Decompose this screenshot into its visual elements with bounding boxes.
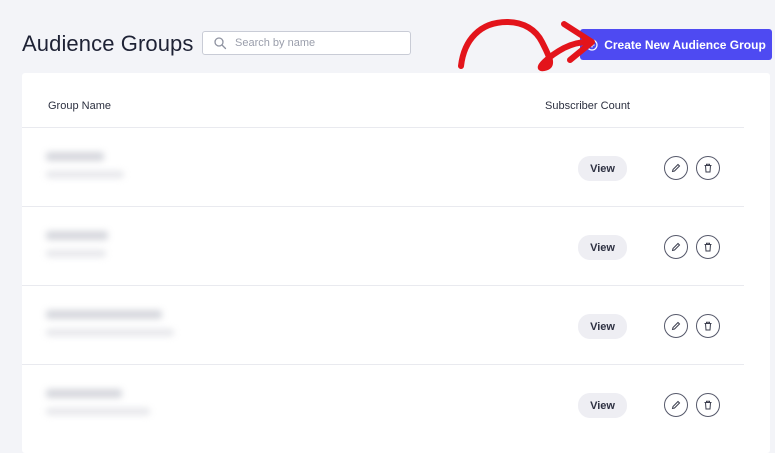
plus-circle-icon xyxy=(586,38,598,51)
delete-button[interactable] xyxy=(696,235,720,259)
blurred-group-detail xyxy=(46,408,150,415)
edit-button[interactable] xyxy=(664,314,688,338)
blurred-group-name xyxy=(46,152,104,161)
trash-icon xyxy=(704,163,712,173)
pencil-icon xyxy=(671,400,681,410)
blurred-group-detail xyxy=(46,250,106,257)
edit-button[interactable] xyxy=(664,393,688,417)
blurred-group-name xyxy=(46,231,108,240)
table-row: View xyxy=(22,285,744,365)
table-row: View xyxy=(22,364,744,444)
column-header-group-name: Group Name xyxy=(48,100,111,112)
blurred-group-detail xyxy=(46,329,174,336)
audience-groups-table: Group Name Subscriber Count View View Vi… xyxy=(22,73,770,453)
view-button[interactable]: View xyxy=(578,393,627,418)
page-title: Audience Groups xyxy=(22,31,194,56)
create-audience-group-button[interactable]: Create New Audience Group xyxy=(580,29,772,60)
pencil-icon xyxy=(671,321,681,331)
create-button-label: Create New Audience Group xyxy=(604,37,766,52)
edit-button[interactable] xyxy=(664,235,688,259)
delete-button[interactable] xyxy=(696,393,720,417)
table-row: View xyxy=(22,127,744,207)
view-button[interactable]: View xyxy=(578,314,627,339)
delete-button[interactable] xyxy=(696,156,720,180)
trash-icon xyxy=(704,242,712,252)
search-box[interactable] xyxy=(202,31,411,55)
pencil-icon xyxy=(671,163,681,173)
delete-button[interactable] xyxy=(696,314,720,338)
view-button[interactable]: View xyxy=(578,235,627,260)
edit-button[interactable] xyxy=(664,156,688,180)
column-header-subscriber-count: Subscriber Count xyxy=(545,100,630,112)
search-icon xyxy=(213,36,227,50)
view-button[interactable]: View xyxy=(578,156,627,181)
search-input[interactable] xyxy=(233,36,410,50)
pencil-icon xyxy=(671,242,681,252)
table-row: View xyxy=(22,206,744,286)
blurred-group-name xyxy=(46,310,162,319)
blurred-group-name xyxy=(46,389,122,398)
blurred-group-detail xyxy=(46,171,124,178)
trash-icon xyxy=(704,400,712,410)
trash-icon xyxy=(704,321,712,331)
